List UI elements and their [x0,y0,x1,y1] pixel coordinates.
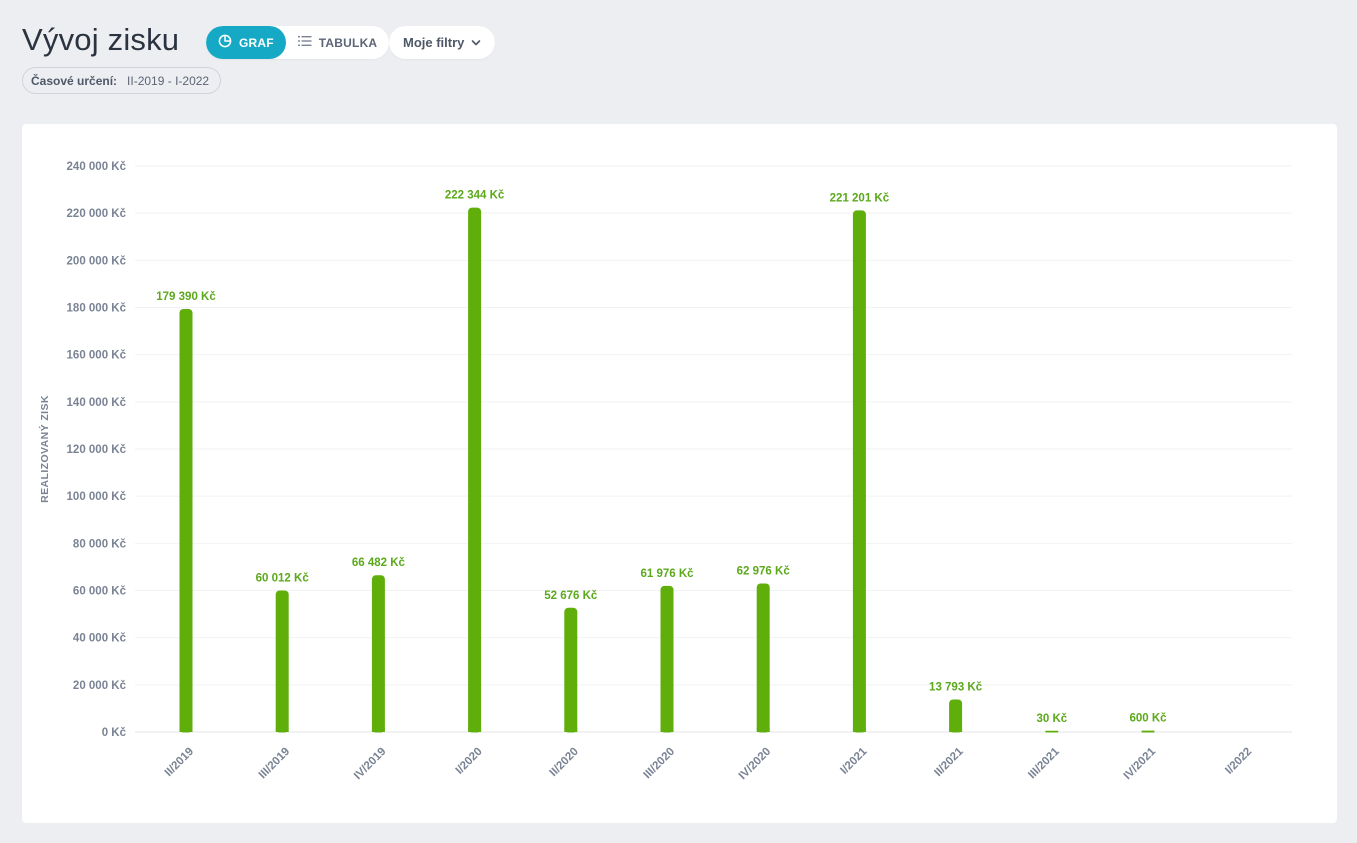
x-tick-label: IV/2020 [737,746,774,783]
bar-value-label: 13 793 Kč [929,681,983,693]
view-toggle: GRAF TABULKA [206,26,390,59]
table-view-label: TABULKA [318,35,378,50]
my-filters-label: Moje filtry [403,35,465,50]
bar-base [564,728,578,732]
bar-value-label: 221 201 Kč [830,192,890,204]
x-tick-label: III/2021 [1026,745,1062,781]
page-title: Vývoj zisku [22,22,180,57]
y-tick-label: 240 000 Kč [67,161,127,173]
x-tick-label: III/2019 [257,746,293,782]
bar-value-label: 60 012 Kč [256,572,310,584]
bar [949,699,963,733]
bar-value-label: 61 976 Kč [640,568,694,580]
x-tick-label: I/2022 [1223,746,1254,777]
y-tick-label: 200 000 Kč [67,255,127,267]
table-view-button[interactable]: TABULKA [286,26,390,59]
profit-bar-chart: 0 Kč 20 000 Kč 40 000 Kč 60 000 Kč 80 000 Kč… [38,161,1292,783]
bar-base [949,728,963,732]
x-tick-label: III/2020 [642,746,678,782]
bar [564,607,578,733]
y-tick-label: 220 000 Kč [67,208,127,220]
y-tick-label: 120 000 Kč [67,444,127,456]
bar-base [371,728,385,732]
x-tick-label: I/2020 [454,746,485,777]
x-tick-label: IV/2019 [352,746,389,783]
bar [371,575,385,733]
x-tick-label: I/2021 [838,745,870,777]
bar [275,590,289,733]
pie-chart-icon [218,34,232,51]
bar-value-label: 179 390 Kč [156,291,216,303]
bar-value-label: 66 482 Kč [352,557,406,569]
x-tick-label: IV/2021 [1122,745,1159,782]
y-tick-label: 160 000 Kč [67,350,127,362]
bar-base [852,728,866,732]
bar [852,210,866,733]
y-tick-label: 100 000 Kč [67,491,127,503]
y-tick-label: 180 000 Kč [67,303,127,315]
bar [468,207,482,733]
bar-value-label: 222 344 Kč [445,190,505,202]
bar-base [275,728,289,732]
graph-view-label: GRAF [239,35,274,50]
bar-base [468,728,482,732]
x-tick-label: II/2019 [163,746,196,779]
graph-view-button[interactable]: GRAF [206,26,286,59]
x-tick-label: II/2020 [548,746,581,779]
y-tick-label: 60 000 Kč [73,586,127,598]
y-tick-label: 0 Kč [102,727,127,739]
time-range-label: Časové určení: [31,73,118,88]
my-filters-dropdown[interactable]: Moje filtry [389,26,496,59]
bar [179,308,193,733]
bar-base [179,728,193,732]
bar-base [756,728,770,732]
y-tick-label: 80 000 Kč [73,538,127,550]
bar-value-label: 52 676 Kč [544,590,598,602]
y-tick-label: 40 000 Kč [73,633,127,645]
bar-value-label: 600 Kč [1129,713,1167,725]
y-tick-label: 140 000 Kč [67,397,127,409]
chart-card: 0 Kč 20 000 Kč 40 000 Kč 60 000 Kč 80 000 Kč… [22,124,1337,823]
bar-value-label: 30 Kč [1036,713,1067,725]
time-range-filter-chip[interactable]: Časové určení: II-2019 - I-2022 [22,67,222,94]
bar [756,583,770,733]
bar [660,585,674,733]
bar [1141,730,1155,733]
y-axis-title: REALIZOVANÝ ZISK [38,395,51,503]
bar-base [660,728,674,732]
bar [1045,730,1059,733]
x-tick-label: II/2021 [932,745,966,779]
list-icon [297,35,312,50]
y-tick-label: 20 000 Kč [73,680,127,692]
chevron-down-icon [471,35,481,50]
time-range-value: II-2019 - I-2022 [127,73,210,88]
bar-value-label: 62 976 Kč [737,565,791,577]
